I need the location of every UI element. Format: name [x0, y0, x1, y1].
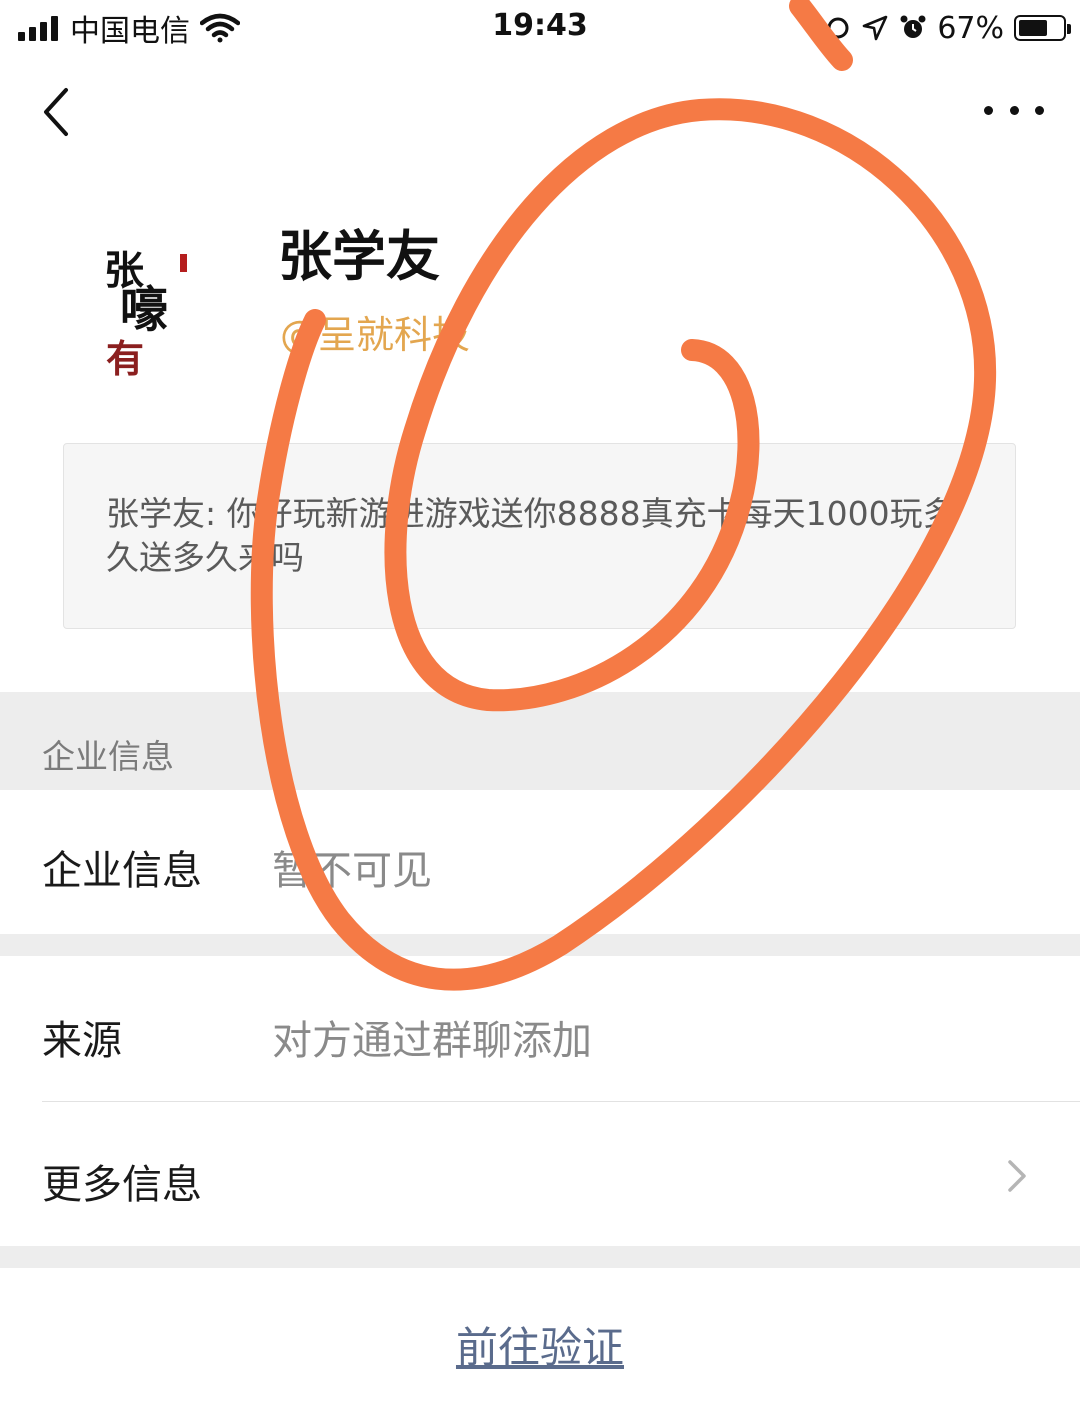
- battery-percent: 67%: [937, 10, 1004, 46]
- back-button[interactable]: [30, 80, 90, 144]
- rotation-lock-icon: [827, 17, 849, 39]
- section-gap: [0, 1246, 1080, 1268]
- battery-fill: [1019, 20, 1047, 36]
- more-dots-icon: [984, 105, 993, 115]
- chevron-left-icon: [44, 88, 68, 136]
- avatar-char-2: 嚎: [120, 282, 168, 338]
- company-name[interactable]: @呈就科技: [280, 304, 470, 359]
- section-gap: [0, 934, 1080, 956]
- more-info-row[interactable]: 更多信息: [0, 1102, 1080, 1246]
- verify-link[interactable]: 前往验证: [0, 1314, 1080, 1375]
- more-info-label: 更多信息: [42, 1162, 202, 1208]
- section-title: 企业信息: [42, 737, 174, 776]
- contact-profile-screen: 中国电信 19:43 67% 张 嚎 有 张学友 @呈就科技 张学友: 你好玩新…: [0, 0, 1080, 1413]
- battery-icon: [1014, 15, 1071, 41]
- verification-message-text: 张学友: 你好玩新游进游戏送你8888真充卡每天1000玩多久送多久来吗: [106, 494, 956, 577]
- contact-name: 张学友: [278, 225, 440, 288]
- source-row: 来源 对方通过群聊添加: [0, 956, 1080, 1102]
- source-label: 来源: [42, 1018, 122, 1064]
- enterprise-info-value: 暂不可见: [272, 848, 432, 894]
- avatar[interactable]: 张 嚎 有: [70, 214, 230, 384]
- section-header: 企业信息: [0, 692, 1080, 790]
- more-dots-icon: [1009, 105, 1019, 115]
- status-bar: 中国电信 19:43 67%: [0, 0, 1080, 56]
- alarm-clock-icon: [900, 15, 926, 38]
- chevron-right-icon: [1008, 1160, 1026, 1192]
- status-right: 67%: [825, 8, 1071, 48]
- avatar-seal: [180, 254, 187, 272]
- enterprise-info-row: 企业信息 暂不可见: [0, 790, 1080, 934]
- source-value: 对方通过群聊添加: [272, 1018, 592, 1064]
- verification-message-box: 张学友: 你好玩新游进游戏送你8888真充卡每天1000玩多久送多久来吗: [63, 443, 1016, 629]
- enterprise-info-label: 企业信息: [42, 848, 202, 894]
- more-options-button[interactable]: [984, 90, 1044, 130]
- location-arrow-icon: [863, 15, 888, 41]
- more-dots-icon: [1035, 105, 1044, 115]
- avatar-char-3: 有: [106, 336, 144, 381]
